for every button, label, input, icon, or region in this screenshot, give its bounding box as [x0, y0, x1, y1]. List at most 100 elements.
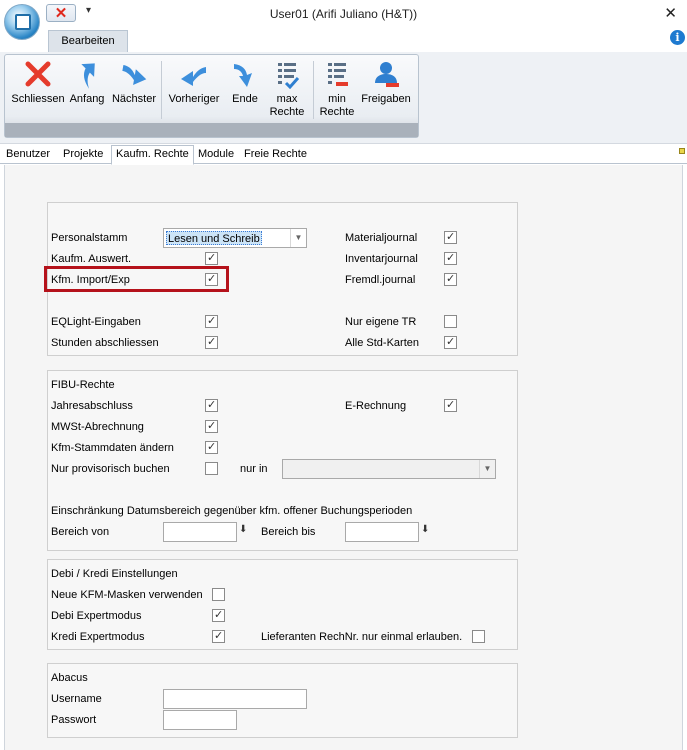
ribbon: Schliessen Anfang Nächster Vorheriger En… — [0, 52, 687, 144]
panel-abacus: Abacus Username Passwort — [47, 663, 518, 738]
alle-std-karten-label: Alle Std-Karten — [345, 337, 419, 349]
ribbon-tab-strip: Bearbeiten i — [0, 30, 687, 52]
ende-label: Ende — [232, 93, 258, 105]
min-rechte-label: Rechte — [319, 106, 355, 118]
personalstamm-label: Personalstamm — [51, 232, 128, 244]
tab-kaufm-rechte[interactable]: Kaufm. Rechte — [111, 145, 194, 165]
min-label: min — [328, 93, 346, 105]
pin-icon[interactable] — [679, 148, 685, 154]
fremdljournal-label: Fremdl.journal — [345, 274, 416, 286]
subtab-bar: Benutzer Projekte Kaufm. Rechte Module F… — [0, 144, 687, 165]
jahresabschluss-label: Jahresabschluss — [51, 400, 133, 412]
chevron-down-icon[interactable]: ▼ — [290, 229, 306, 247]
e-rechnung-checkbox[interactable] — [444, 398, 457, 412]
list-check-icon — [278, 63, 300, 89]
personalstamm-combo[interactable]: Lesen und Schreib ▼ — [163, 228, 307, 248]
bereich-bis-input[interactable] — [345, 522, 419, 542]
nur-provisorisch-label: Nur provisorisch buchen — [51, 463, 170, 475]
abacus-title: Abacus — [51, 672, 88, 684]
ribbon-separator — [313, 61, 314, 119]
kaufm-auswert-label: Kaufm. Auswert. — [51, 253, 132, 265]
username-input[interactable] — [163, 689, 307, 709]
stunden-checkbox[interactable] — [205, 335, 218, 349]
naechster-button[interactable]: Nächster — [109, 59, 159, 106]
nur-eigene-tr-label: Nur eigene TR — [345, 316, 417, 328]
ribbon-separator — [161, 61, 162, 119]
fremdljournal-checkbox[interactable] — [444, 272, 457, 286]
max-rechte-label: Rechte — [269, 106, 305, 118]
panel-debi-kredi: Debi / Kredi Einstellungen Neue KFM-Mask… — [47, 559, 518, 650]
ribbon-group: Schliessen Anfang Nächster Vorheriger En… — [4, 54, 419, 138]
anfang-button[interactable]: Anfang — [65, 59, 109, 106]
tab-projekte[interactable]: Projekte — [59, 146, 107, 164]
date-picker-icon[interactable]: ⬇ — [421, 524, 429, 535]
e-rechnung-label: E-Rechnung — [345, 400, 407, 412]
nur-eigene-tr-checkbox[interactable] — [444, 315, 457, 328]
application-menu-button[interactable] — [4, 4, 40, 40]
tab-freie-rechte[interactable]: Freie Rechte — [240, 146, 311, 164]
alle-std-karten-checkbox[interactable] — [444, 335, 457, 349]
window-close-button[interactable]: ✕ — [664, 4, 677, 22]
max-rechte-button[interactable]: max Rechte — [267, 59, 307, 119]
min-rechte-button[interactable]: min Rechte — [317, 59, 357, 119]
kredi-expert-label: Kredi Expertmodus — [51, 631, 145, 643]
tab-module[interactable]: Module — [194, 146, 238, 164]
window-title: User01 (Arifi Juliano (H&T)) — [269, 7, 418, 21]
bereich-von-label: Bereich von — [51, 526, 110, 538]
kfm-stammdaten-label: Kfm-Stammdaten ändern — [51, 442, 174, 454]
debi-title: Debi / Kredi Einstellungen — [51, 568, 178, 580]
nur-in-label: nur in — [240, 463, 268, 475]
personalstamm-value: Lesen und Schreib — [166, 231, 262, 245]
ende-button[interactable]: Ende — [227, 59, 263, 106]
panel-fibu: FIBU-Rechte Jahresabschluss MWSt-Abrechn… — [47, 370, 518, 551]
bereich-von-input[interactable] — [163, 522, 237, 542]
tab-bearbeiten[interactable]: Bearbeiten — [48, 30, 128, 52]
neue-kfm-checkbox[interactable] — [212, 588, 225, 601]
nur-provisorisch-checkbox[interactable] — [205, 462, 218, 475]
red-x-icon — [25, 61, 51, 87]
debi-expert-label: Debi Expertmodus — [51, 610, 142, 622]
date-picker-icon[interactable]: ⬇ — [239, 524, 247, 535]
mwst-checkbox[interactable] — [205, 419, 218, 433]
highlight-box — [44, 266, 229, 292]
freigaben-button[interactable]: Freigaben — [357, 59, 415, 106]
vorheriger-label: Vorheriger — [168, 93, 220, 105]
arrow-up-icon — [81, 63, 95, 89]
nur-in-combo[interactable]: ▼ — [282, 459, 496, 479]
mwst-label: MWSt-Abrechnung — [51, 421, 144, 433]
username-label: Username — [51, 693, 102, 705]
bereich-bis-label: Bereich bis — [261, 526, 316, 538]
arrow-right-icon — [122, 65, 147, 86]
debi-expert-checkbox[interactable] — [212, 608, 225, 622]
vorheriger-button[interactable]: Vorheriger — [165, 59, 223, 106]
lieferanten-label: Lieferanten RechNr. nur einmal erlauben. — [261, 631, 463, 643]
eqlight-label: EQLight-Eingaben — [51, 316, 141, 328]
materialjournal-checkbox[interactable] — [444, 230, 457, 244]
arrow-back-icon — [181, 67, 206, 86]
max-label: max — [276, 93, 298, 105]
tab-benutzer[interactable]: Benutzer — [2, 146, 54, 164]
content-area: Personalstamm Lesen und Schreib ▼ Kaufm.… — [4, 165, 683, 750]
naechster-label: Nächster — [111, 93, 157, 105]
passwort-input[interactable] — [163, 710, 237, 730]
schliessen-label: Schliessen — [11, 93, 65, 105]
info-icon[interactable]: i — [670, 30, 685, 45]
jahresabschluss-checkbox[interactable] — [205, 398, 218, 412]
freigaben-label: Freigaben — [361, 93, 411, 105]
list-minus-icon — [328, 63, 348, 86]
lieferanten-checkbox[interactable] — [472, 630, 485, 643]
eqlight-checkbox[interactable] — [205, 314, 218, 328]
inventarjournal-label: Inventarjournal — [345, 253, 418, 265]
kaufm-auswert-checkbox[interactable] — [205, 251, 218, 265]
einschraenkung-label: Einschränkung Datumsbereich gegenüber kf… — [51, 505, 413, 517]
kfm-stammdaten-checkbox[interactable] — [205, 440, 218, 454]
chevron-down-icon[interactable]: ▼ — [479, 460, 495, 478]
arrow-down-icon — [234, 64, 252, 87]
inventarjournal-checkbox[interactable] — [444, 251, 457, 265]
ribbon-group-footer — [5, 123, 418, 137]
fibu-title: FIBU-Rechte — [51, 379, 115, 391]
kredi-expert-checkbox[interactable] — [212, 629, 225, 643]
stunden-label: Stunden abschliessen — [51, 337, 159, 349]
anfang-label: Anfang — [69, 93, 105, 105]
schliessen-button[interactable]: Schliessen — [7, 59, 69, 106]
